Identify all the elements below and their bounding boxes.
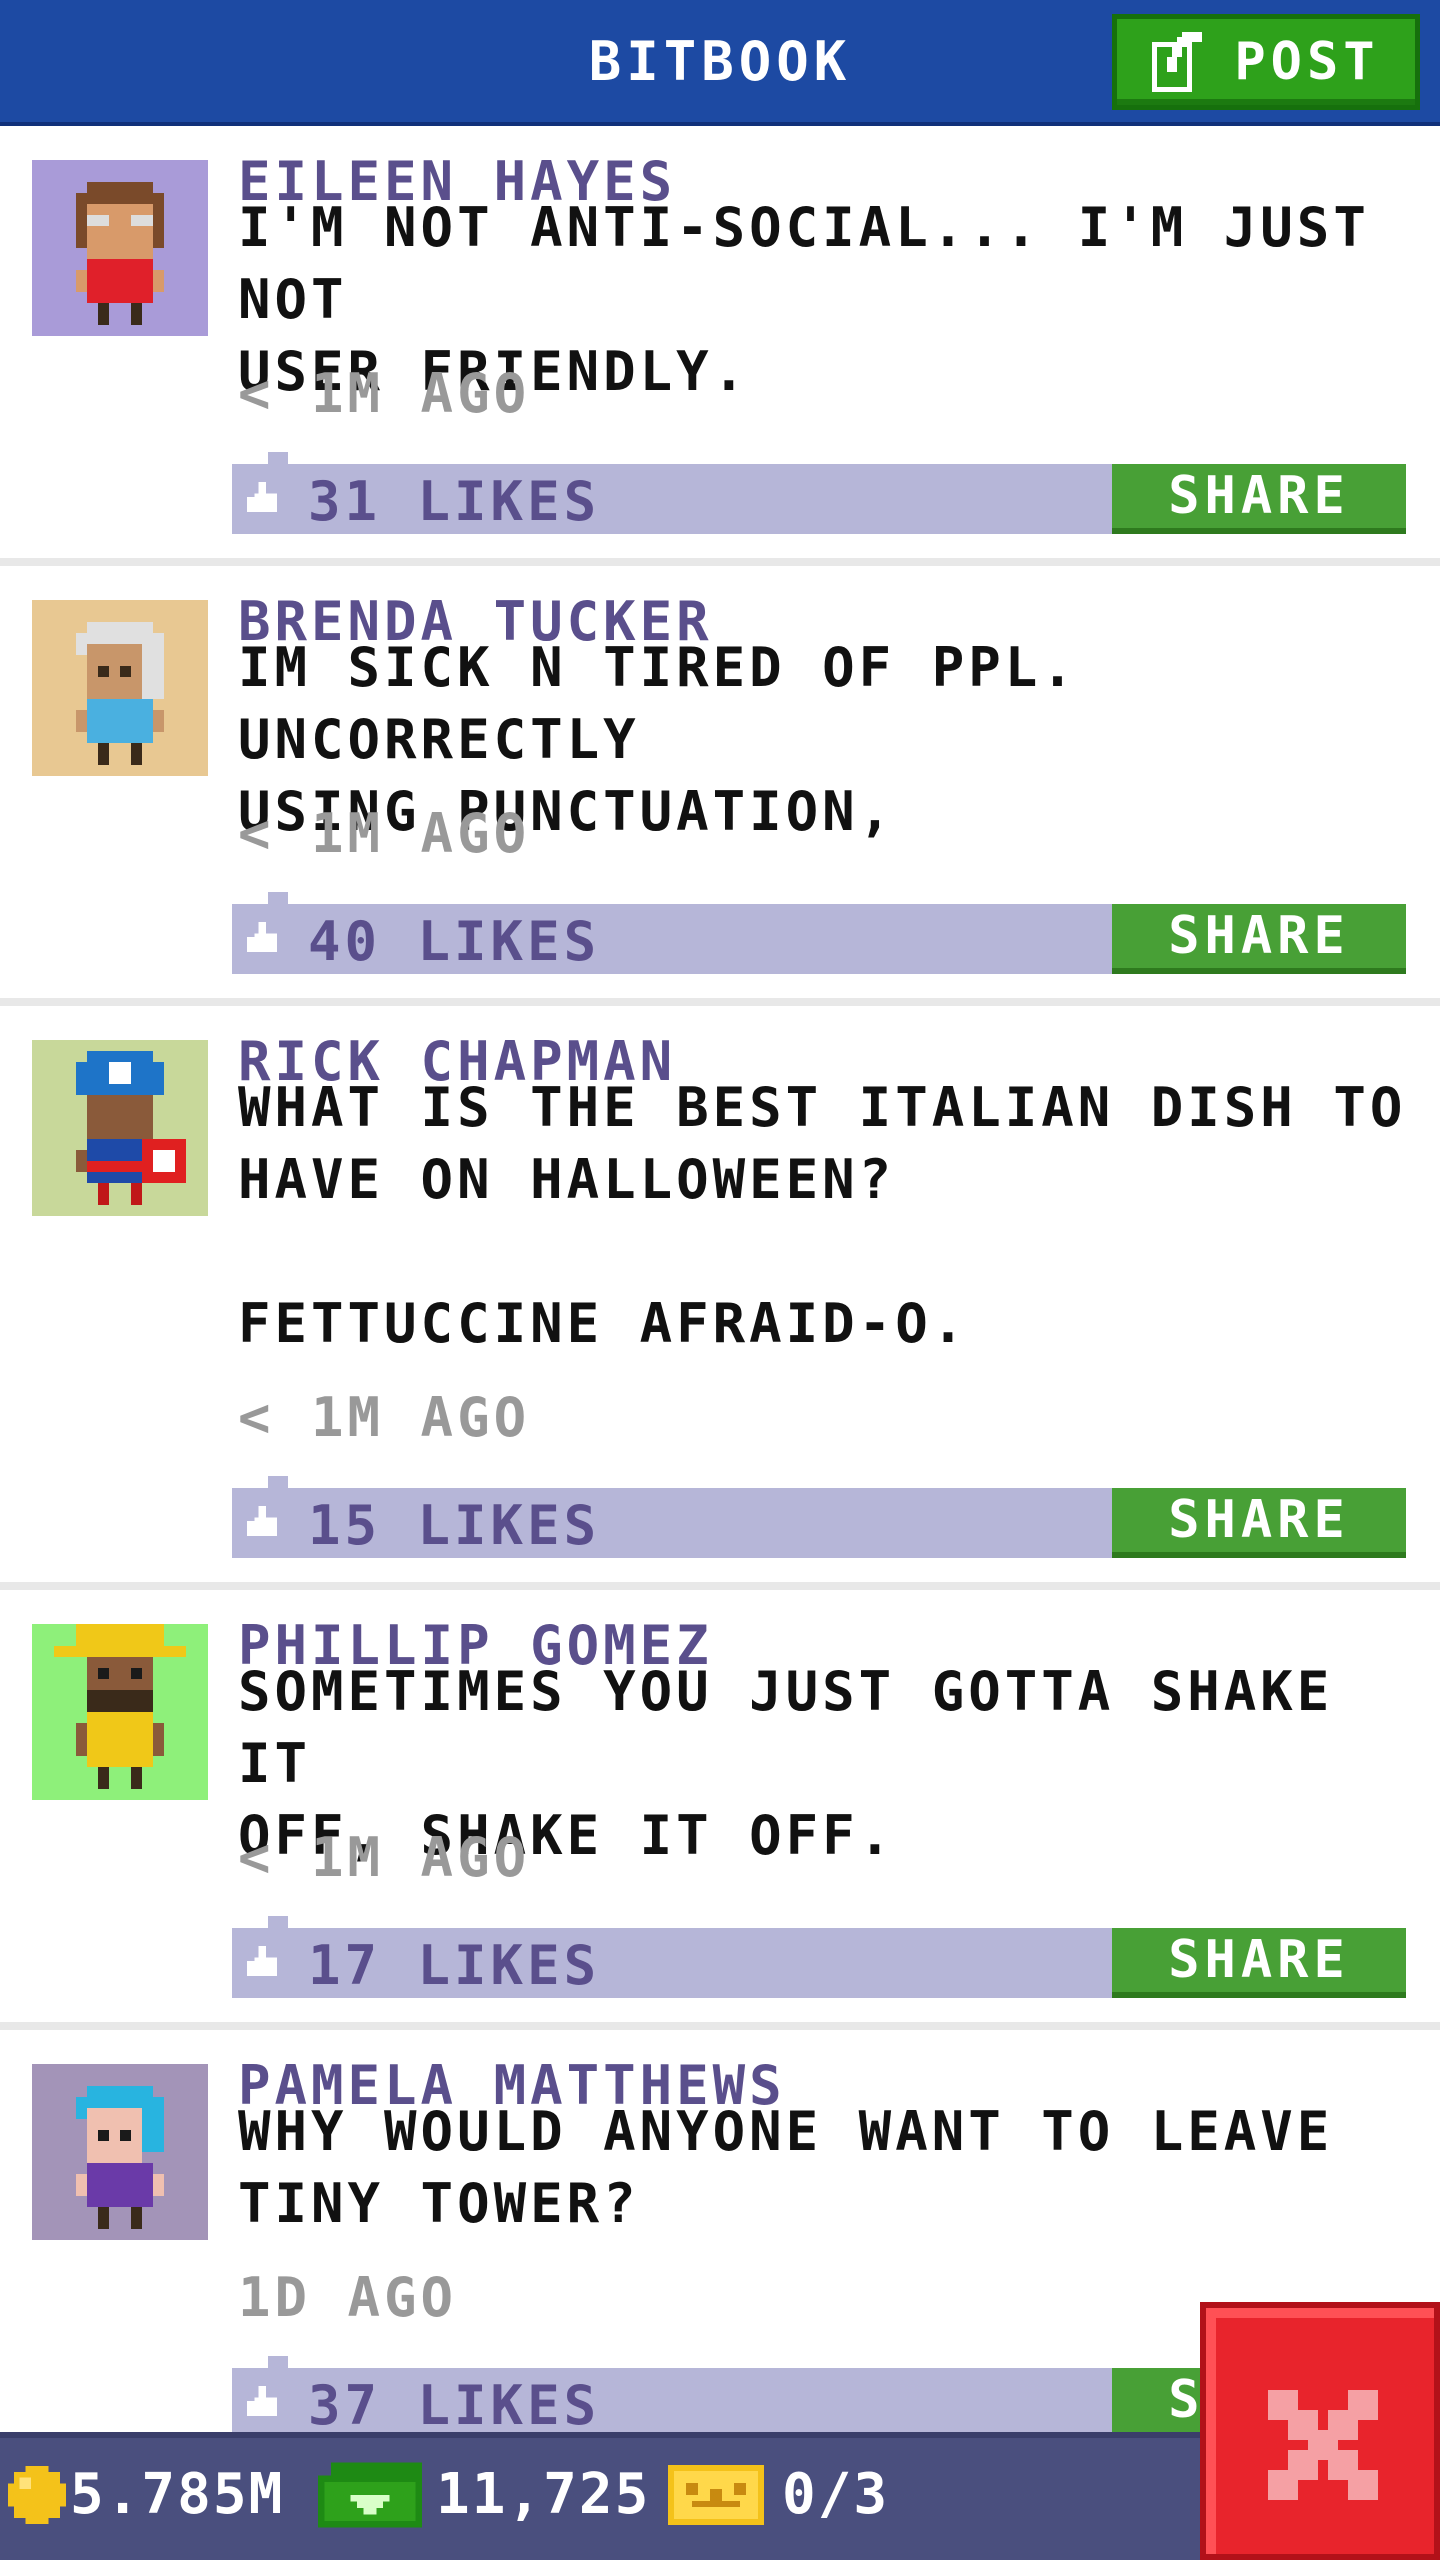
- thumbs-up-icon[interactable]: [246, 922, 282, 956]
- post-item: RICK CHAPMAN WHAT IS THE BEST ITALIAN DI…: [0, 1006, 1440, 1590]
- post-button[interactable]: POST: [1112, 14, 1420, 110]
- thumbs-up-icon[interactable]: [246, 2386, 282, 2420]
- avatar: [32, 160, 208, 336]
- likes-count: 17 LIKES: [308, 1934, 601, 1997]
- like-bar-tab: [268, 1916, 288, 1928]
- likes-count: 40 LIKES: [308, 910, 601, 973]
- avatar: [32, 2064, 208, 2240]
- post-time: < 1M AGO: [238, 1386, 531, 1449]
- like-bar: 15 LIKES SHARE: [232, 1476, 1406, 1558]
- vip-ticket-icon: [668, 2465, 764, 2525]
- post-button-label: POST: [1234, 32, 1380, 92]
- like-bar-tab: [268, 452, 288, 464]
- like-bar-tab: [268, 1476, 288, 1488]
- close-button[interactable]: [1200, 2302, 1440, 2560]
- post-message: WHY WOULD ANYONE WANT TO LEAVE TINY TOWE…: [238, 2100, 1334, 2235]
- bux-value: 11,725: [436, 2462, 651, 2527]
- avatar: [32, 600, 208, 776]
- likes-count: 31 LIKES: [308, 470, 601, 533]
- share-button[interactable]: SHARE: [1112, 464, 1406, 534]
- like-bar: 31 LIKES SHARE: [232, 452, 1406, 534]
- header-bar: BITBOOK POST: [0, 0, 1440, 126]
- tickets-value: 0/3: [782, 2462, 890, 2527]
- thumbs-up-icon[interactable]: [246, 1506, 282, 1540]
- thumbs-up-icon[interactable]: [246, 482, 282, 516]
- avatar: [32, 1624, 208, 1800]
- share-button[interactable]: SHARE: [1112, 904, 1406, 974]
- like-bar: 17 LIKES SHARE: [232, 1916, 1406, 1998]
- share-button[interactable]: SHARE: [1112, 1928, 1406, 1998]
- post-time: 1D AGO: [238, 2266, 458, 2329]
- post-item: BRENDA TUCKER IM SICK N TIRED OF PPL. UN…: [0, 566, 1440, 1006]
- coins-value: 5.785M: [70, 2462, 285, 2527]
- post-time: < 1M AGO: [238, 802, 531, 865]
- like-bar-tab: [268, 2356, 288, 2368]
- close-icon: [1268, 2390, 1378, 2500]
- like-bar-tab: [268, 892, 288, 904]
- share-button[interactable]: SHARE: [1112, 1488, 1406, 1558]
- post-message: WHAT IS THE BEST ITALIAN DISH TO HAVE ON…: [238, 1076, 1407, 1355]
- avatar: [32, 1040, 208, 1216]
- edit-icon: [1152, 32, 1203, 92]
- like-bar: 40 LIKES SHARE: [232, 892, 1406, 974]
- likes-count: 37 LIKES: [308, 2374, 601, 2437]
- thumbs-up-icon[interactable]: [246, 1946, 282, 1980]
- likes-count: 15 LIKES: [308, 1494, 601, 1557]
- post-time: < 1M AGO: [238, 362, 531, 425]
- coin-icon: [8, 2466, 66, 2524]
- bitbook-screen: BITBOOK POST EILEEN HAYES I'M NOT ANTI-S…: [0, 0, 1440, 2560]
- post-item: EILEEN HAYES I'M NOT ANTI-SOCIAL... I'M …: [0, 126, 1440, 566]
- post-item: PHILLIP GOMEZ SOMETIMES YOU JUST GOTTA S…: [0, 1590, 1440, 2030]
- post-time: < 1M AGO: [238, 1826, 531, 1889]
- bux-icon: [318, 2462, 422, 2528]
